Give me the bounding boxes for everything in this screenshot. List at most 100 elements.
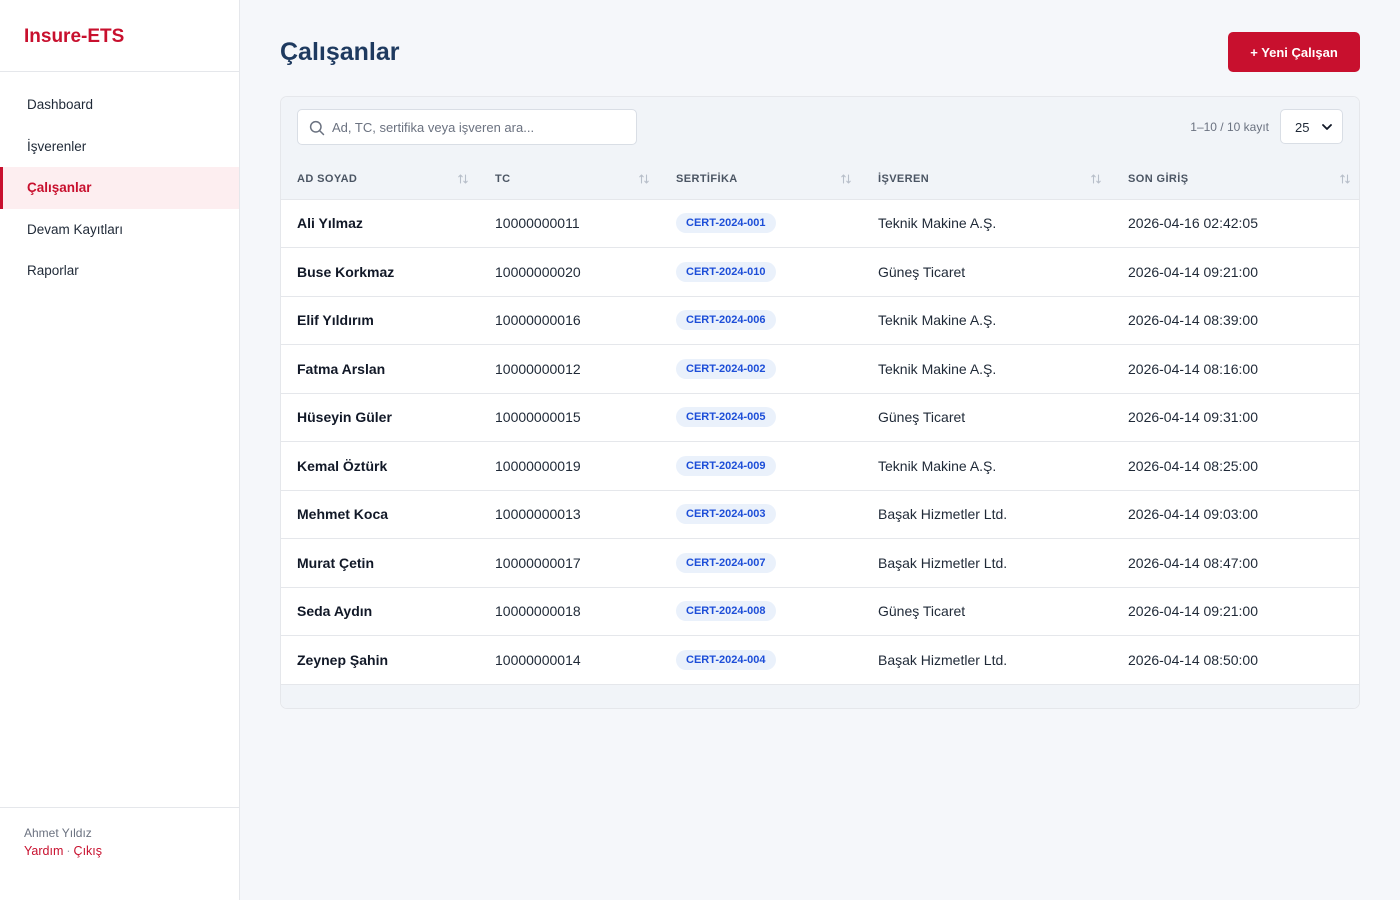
employee-name: Elif Yıldırım bbox=[297, 312, 374, 329]
employee-last-login: 2026-04-14 09:21:00 bbox=[1128, 603, 1258, 620]
employee-employer: Başak Hizmetler Ltd. bbox=[878, 506, 1008, 523]
column-header-tc[interactable]: TC bbox=[479, 159, 660, 200]
column-header-label: SON GİRİŞ bbox=[1128, 172, 1189, 185]
employee-tc: 10000000017 bbox=[495, 554, 581, 571]
certificate-cell: CERT-2024-006 bbox=[660, 296, 862, 345]
table-footer bbox=[281, 684, 1359, 708]
sidebar-nav: Dashboard İşverenler Çalışanlar Devam Ka… bbox=[0, 72, 239, 292]
sort-arrows-icon bbox=[1091, 174, 1101, 184]
employee-employer: Teknik Makine A.Ş. bbox=[878, 215, 997, 232]
employee-employer: Teknik Makine A.Ş. bbox=[878, 312, 997, 329]
column-header-label: İŞVEREN bbox=[878, 172, 930, 185]
certificate-badge: CERT-2024-001 bbox=[676, 213, 776, 234]
table-toolbar: 1–10 / 10 kayıt 25 bbox=[281, 97, 1359, 159]
sort-arrows-icon bbox=[458, 174, 468, 184]
column-header-last-login[interactable]: SON GİRİŞ bbox=[1112, 159, 1359, 200]
employee-tc: 10000000012 bbox=[495, 360, 581, 377]
column-header-employer[interactable]: İŞVEREN bbox=[862, 159, 1112, 200]
sidebar-item-attendance[interactable]: Devam Kayıtları bbox=[0, 209, 239, 251]
page-size-select[interactable]: 25 bbox=[1280, 109, 1343, 144]
employee-last-login: 2026-04-14 09:03:00 bbox=[1128, 506, 1258, 523]
employees-table: AD SOYAD TC SERTİFİKA İŞVEREN SON GİRİŞ … bbox=[281, 159, 1359, 685]
table-row[interactable]: Hüseyin Güler 10000000015 CERT-2024-005 … bbox=[281, 393, 1359, 442]
new-employee-button[interactable]: + Yeni Çalışan bbox=[1228, 32, 1360, 72]
sidebar-item-employees[interactable]: Çalışanlar bbox=[0, 167, 239, 209]
employee-last-login: 2026-04-16 02:42:05 bbox=[1128, 215, 1258, 232]
chevron-down-icon bbox=[1322, 124, 1332, 130]
certificate-badge: CERT-2024-007 bbox=[676, 552, 776, 573]
employee-employer: Güneş Ticaret bbox=[878, 263, 966, 280]
employee-employer: Güneş Ticaret bbox=[878, 409, 966, 426]
search-box[interactable] bbox=[297, 109, 637, 145]
employee-name: Seda Aydın bbox=[297, 603, 373, 620]
employee-last-login: 2026-04-14 08:50:00 bbox=[1128, 651, 1258, 668]
employee-last-login: 2026-04-14 08:25:00 bbox=[1128, 457, 1258, 474]
employee-last-login: 2026-04-14 09:21:00 bbox=[1128, 263, 1258, 280]
employee-tc: 10000000014 bbox=[495, 651, 581, 668]
search-icon bbox=[309, 120, 325, 136]
certificate-badge: CERT-2024-009 bbox=[676, 455, 776, 476]
employee-last-login: 2026-04-14 08:47:00 bbox=[1128, 554, 1258, 571]
column-header-label: AD SOYAD bbox=[297, 172, 358, 185]
record-count: 1–10 / 10 kayıt bbox=[1190, 120, 1269, 134]
employee-tc: 10000000019 bbox=[495, 457, 581, 474]
employee-tc: 10000000011 bbox=[495, 215, 580, 232]
footer-separator: · bbox=[66, 844, 71, 858]
employee-name: Kemal Öztürk bbox=[297, 457, 388, 474]
employee-tc: 10000000020 bbox=[495, 263, 581, 280]
certificate-cell: CERT-2024-003 bbox=[660, 490, 862, 539]
employee-name: Hüseyin Güler bbox=[297, 409, 392, 426]
certificate-cell: CERT-2024-001 bbox=[660, 199, 862, 248]
employee-employer: Teknik Makine A.Ş. bbox=[878, 457, 997, 474]
employee-tc: 10000000018 bbox=[495, 603, 581, 620]
sidebar-item-dashboard[interactable]: Dashboard bbox=[0, 84, 239, 126]
search-input[interactable] bbox=[332, 110, 632, 144]
logout-link[interactable]: Çıkış bbox=[74, 844, 102, 858]
certificate-cell: CERT-2024-008 bbox=[660, 587, 862, 636]
employee-name: Fatma Arslan bbox=[297, 360, 386, 377]
employee-last-login: 2026-04-14 09:31:00 bbox=[1128, 409, 1258, 426]
certificate-cell: CERT-2024-005 bbox=[660, 393, 862, 442]
column-header-label: SERTİFİKA bbox=[676, 172, 738, 185]
certificate-cell: CERT-2024-010 bbox=[660, 248, 862, 297]
table-row[interactable]: Buse Korkmaz 10000000020 CERT-2024-010 G… bbox=[281, 248, 1359, 297]
sidebar-item-reports[interactable]: Raporlar bbox=[0, 250, 239, 292]
employee-name: Buse Korkmaz bbox=[297, 263, 395, 280]
table-row[interactable]: Zeynep Şahin 10000000014 CERT-2024-004 B… bbox=[281, 636, 1359, 685]
employee-name: Ali Yılmaz bbox=[297, 215, 363, 232]
employee-tc: 10000000016 bbox=[495, 312, 581, 329]
table-row[interactable]: Murat Çetin 10000000017 CERT-2024-007 Ba… bbox=[281, 539, 1359, 587]
user-name: Ahmet Yıldız bbox=[24, 826, 92, 840]
sidebar: Insure-ETS Dashboard İşverenler Çalışanl… bbox=[0, 0, 240, 900]
column-header-name[interactable]: AD SOYAD bbox=[281, 159, 479, 200]
table-row[interactable]: Elif Yıldırım 10000000016 CERT-2024-006 … bbox=[281, 296, 1359, 345]
table-row[interactable]: Fatma Arslan 10000000012 CERT-2024-002 T… bbox=[281, 345, 1359, 394]
employee-tc: 10000000013 bbox=[495, 506, 581, 523]
employee-last-login: 2026-04-14 08:16:00 bbox=[1128, 360, 1258, 377]
table-row[interactable]: Ali Yılmaz 10000000011 CERT-2024-001 Tek… bbox=[281, 199, 1359, 248]
sidebar-footer: Ahmet Yıldız Yardım · Çıkış bbox=[0, 807, 239, 900]
certificate-cell: CERT-2024-004 bbox=[660, 636, 862, 685]
certificate-badge: CERT-2024-004 bbox=[676, 649, 776, 670]
sidebar-item-employers[interactable]: İşverenler bbox=[0, 126, 239, 168]
help-link[interactable]: Yardım bbox=[24, 844, 63, 858]
employee-last-login: 2026-04-14 08:39:00 bbox=[1128, 312, 1258, 329]
employee-name: Mehmet Koca bbox=[297, 506, 389, 523]
employee-employer: Başak Hizmetler Ltd. bbox=[878, 651, 1008, 668]
sort-arrows-icon bbox=[639, 174, 649, 184]
employee-employer: Teknik Makine A.Ş. bbox=[878, 360, 997, 377]
certificate-badge: CERT-2024-010 bbox=[676, 261, 776, 282]
table-row[interactable]: Mehmet Koca 10000000013 CERT-2024-003 Ba… bbox=[281, 490, 1359, 539]
employee-employer: Başak Hizmetler Ltd. bbox=[878, 554, 1008, 571]
table-row[interactable]: Seda Aydın 10000000018 CERT-2024-008 Gün… bbox=[281, 587, 1359, 636]
table-row[interactable]: Kemal Öztürk 10000000019 CERT-2024-009 T… bbox=[281, 442, 1359, 490]
employee-tc: 10000000015 bbox=[495, 409, 581, 426]
column-header-certificate[interactable]: SERTİFİKA bbox=[660, 159, 862, 200]
footer-links: Yardım · Çıkış bbox=[24, 844, 215, 858]
certificate-cell: CERT-2024-002 bbox=[660, 345, 862, 394]
certificate-badge: CERT-2024-006 bbox=[676, 310, 776, 331]
sort-arrows-icon bbox=[841, 174, 851, 184]
table-header-row: AD SOYAD TC SERTİFİKA İŞVEREN SON GİRİŞ bbox=[281, 159, 1359, 200]
brand-logo[interactable]: Insure-ETS bbox=[0, 0, 239, 72]
employee-name: Zeynep Şahin bbox=[297, 651, 389, 668]
